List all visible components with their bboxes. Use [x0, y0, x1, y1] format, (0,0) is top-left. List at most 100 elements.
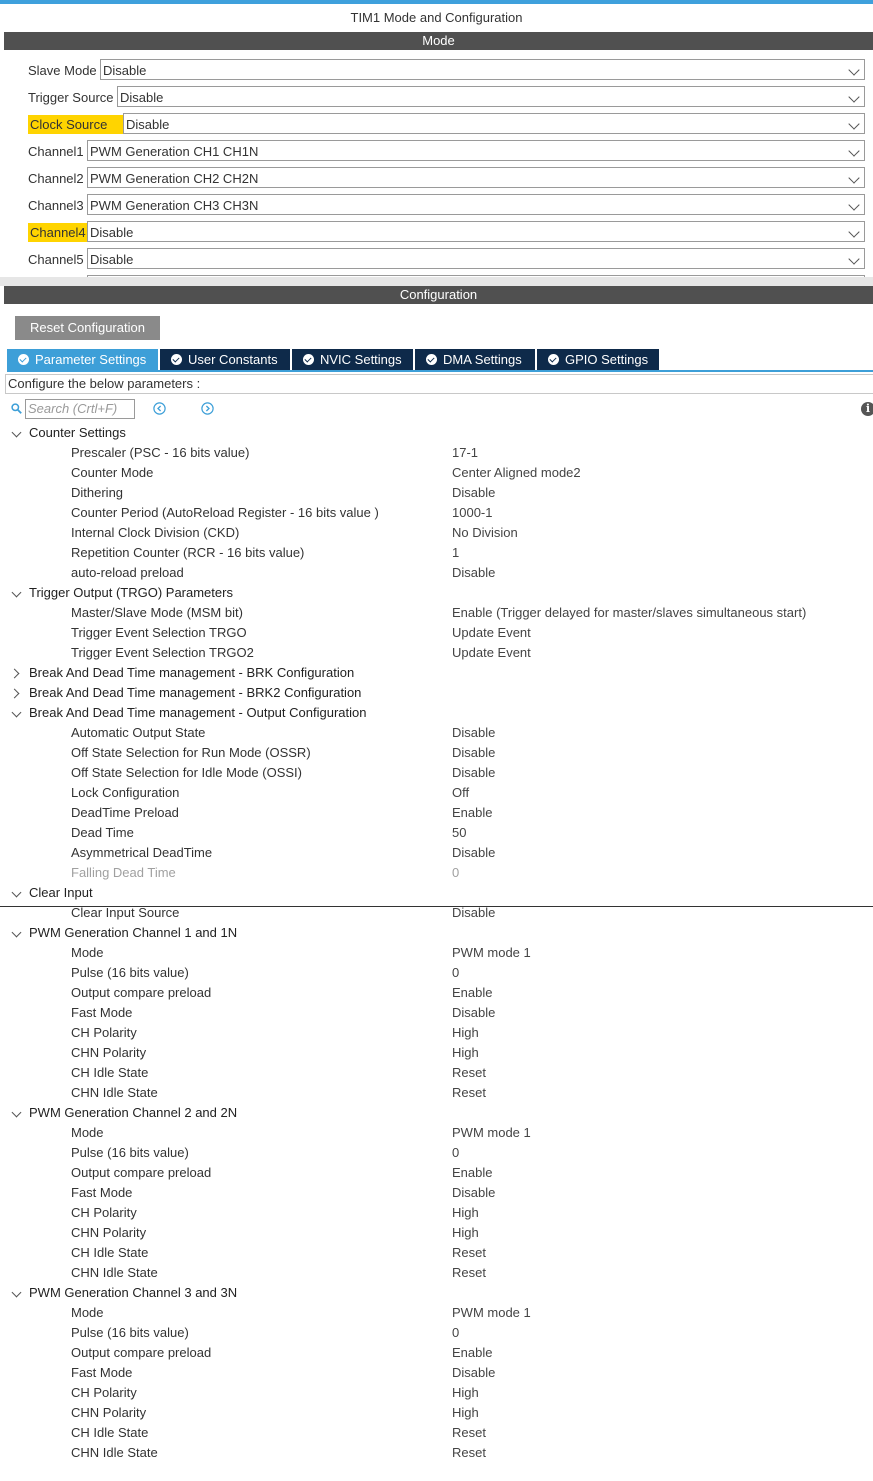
param-value[interactable]: Reset [452, 1443, 486, 1463]
tree-param-row[interactable]: CHN Polarity High [0, 1223, 873, 1243]
param-value[interactable]: 1000-1 [452, 503, 492, 523]
tab-gpio-settings[interactable]: GPIO Settings [537, 349, 659, 370]
param-value[interactable]: High [452, 1223, 479, 1243]
next-icon[interactable] [201, 402, 214, 415]
tree-group-row[interactable]: Clear Input [0, 883, 873, 903]
param-value[interactable]: Disable [452, 843, 495, 863]
reset-configuration-button[interactable]: Reset Configuration [15, 316, 160, 340]
tree-param-row[interactable]: Off State Selection for Idle Mode (OSSI)… [0, 763, 873, 783]
param-value[interactable]: Update Event [452, 623, 531, 643]
tree-param-row[interactable]: Mode PWM mode 1 [0, 1123, 873, 1143]
param-value[interactable]: Off [452, 783, 469, 803]
tree-param-row[interactable]: Master/Slave Mode (MSM bit) Enable (Trigg… [0, 603, 873, 623]
tree-param-row[interactable]: Pulse (16 bits value) 0 [0, 963, 873, 983]
param-value[interactable]: Enable [452, 1163, 492, 1183]
param-value[interactable]: Disable [452, 1363, 495, 1383]
param-value[interactable]: High [452, 1403, 479, 1423]
tree-param-row[interactable]: Pulse (16 bits value) 0 [0, 1143, 873, 1163]
channel2-select[interactable]: PWM Generation CH2 CH2N [87, 167, 865, 188]
tree-param-row[interactable]: CH Idle State Reset [0, 1063, 873, 1083]
tree-param-row[interactable]: CHN Idle State Reset [0, 1443, 873, 1463]
tree-param-row[interactable]: CHN Idle State Reset [0, 1083, 873, 1103]
tree-param-row[interactable]: Mode PWM mode 1 [0, 1303, 873, 1323]
panel-splitter[interactable] [0, 277, 873, 286]
prev-icon[interactable] [153, 402, 166, 415]
tree-group-row[interactable]: PWM Generation Channel 2 and 2N [0, 1103, 873, 1123]
tree-param-row[interactable]: Pulse (16 bits value) 0 [0, 1323, 873, 1343]
param-value[interactable]: 0 [452, 1143, 459, 1163]
param-value[interactable]: Disable [452, 1003, 495, 1023]
tree-group-row[interactable]: PWM Generation Channel 3 and 3N [0, 1283, 873, 1303]
tree-param-row[interactable]: CH Polarity High [0, 1023, 873, 1043]
param-value[interactable]: 17-1 [452, 443, 478, 463]
channel4-select[interactable]: Disable [87, 221, 865, 242]
param-value[interactable]: High [452, 1383, 479, 1403]
tree-param-row[interactable]: DeadTime Preload Enable [0, 803, 873, 823]
collapse-icon[interactable] [11, 927, 22, 938]
param-value[interactable]: Reset [452, 1243, 486, 1263]
tree-group-row[interactable]: Break And Dead Time management - BRK2 Co… [0, 683, 873, 703]
param-value[interactable]: High [452, 1043, 479, 1063]
channel5-select[interactable]: Disable [87, 248, 865, 269]
tree-param-row[interactable]: Output compare preload Enable [0, 983, 873, 1003]
tree-group-row[interactable]: Trigger Output (TRGO) Parameters [0, 583, 873, 603]
tree-param-row[interactable]: Automatic Output State Disable [0, 723, 873, 743]
param-value[interactable]: Disable [452, 723, 495, 743]
tree-param-row[interactable]: CH Polarity High [0, 1203, 873, 1223]
param-value[interactable]: Reset [452, 1083, 486, 1103]
param-value[interactable]: PWM mode 1 [452, 943, 531, 963]
tree-param-row[interactable]: Counter Period (AutoReload Register - 16… [0, 503, 873, 523]
collapse-icon[interactable] [11, 1287, 22, 1298]
param-value[interactable]: Enable [452, 1343, 492, 1363]
param-value[interactable]: Disable [452, 483, 495, 503]
collapse-icon[interactable] [11, 587, 22, 598]
collapse-icon[interactable] [11, 427, 22, 438]
tree-param-row[interactable]: Prescaler (PSC - 16 bits value) 17-1 [0, 443, 873, 463]
param-value[interactable]: Enable [452, 803, 492, 823]
tree-group-row[interactable]: Counter Settings [0, 423, 873, 443]
param-value[interactable]: Disable [452, 763, 495, 783]
tree-param-row[interactable]: CHN Idle State Reset [0, 1263, 873, 1283]
param-value[interactable]: Enable (Trigger delayed for master/slave… [452, 603, 806, 623]
collapse-icon[interactable] [11, 887, 22, 898]
channel1-select[interactable]: PWM Generation CH1 CH1N [87, 140, 865, 161]
tree-group-row[interactable]: Break And Dead Time management - Output … [0, 703, 873, 723]
tree-param-row[interactable]: Falling Dead Time 0 [0, 863, 873, 883]
tree-param-row[interactable]: Lock Configuration Off [0, 783, 873, 803]
tree-param-row[interactable]: Dead Time 50 [0, 823, 873, 843]
param-value[interactable]: Reset [452, 1063, 486, 1083]
tree-param-row[interactable]: Dithering Disable [0, 483, 873, 503]
param-value[interactable]: Reset [452, 1423, 486, 1443]
tree-param-row[interactable]: CH Idle State Reset [0, 1243, 873, 1263]
param-value[interactable]: 0 [452, 963, 459, 983]
param-value[interactable]: Disable [452, 743, 495, 763]
info-icon[interactable]: i [861, 402, 873, 416]
tree-param-row[interactable]: CH Idle State Reset [0, 1423, 873, 1443]
channel3-select[interactable]: PWM Generation CH3 CH3N [87, 194, 865, 215]
tree-param-row[interactable]: auto-reload preload Disable [0, 563, 873, 583]
param-value[interactable]: 1 [452, 543, 459, 563]
tab-dma-settings[interactable]: DMA Settings [415, 349, 535, 370]
tree-param-row[interactable]: Off State Selection for Run Mode (OSSR) D… [0, 743, 873, 763]
search-input[interactable]: Search (Crtl+F) [25, 399, 135, 419]
configuration-section-header[interactable]: Configuration [4, 286, 873, 304]
collapse-icon[interactable] [11, 1107, 22, 1118]
tree-param-row[interactable]: Fast Mode Disable [0, 1363, 873, 1383]
param-value[interactable]: High [452, 1203, 479, 1223]
tab-nvic-settings[interactable]: NVIC Settings [292, 349, 413, 370]
tab-user-constants[interactable]: User Constants [160, 349, 290, 370]
param-value[interactable]: PWM mode 1 [452, 1123, 531, 1143]
param-value[interactable]: Reset [452, 1263, 486, 1283]
tree-param-row[interactable]: Internal Clock Division (CKD) No Division [0, 523, 873, 543]
tree-group-row[interactable]: PWM Generation Channel 1 and 1N [0, 923, 873, 943]
trigger-source-select[interactable]: Disable [117, 86, 865, 107]
tab-parameter-settings[interactable]: Parameter Settings [7, 349, 158, 370]
tree-param-row[interactable]: CHN Polarity High [0, 1043, 873, 1063]
slave-mode-select[interactable]: Disable [100, 59, 865, 80]
tree-param-row[interactable]: CHN Polarity High [0, 1403, 873, 1423]
tree-param-row[interactable]: Fast Mode Disable [0, 1003, 873, 1023]
tree-group-row[interactable]: Break And Dead Time management - BRK Con… [0, 663, 873, 683]
param-value[interactable]: Enable [452, 983, 492, 1003]
tree-param-row[interactable]: Mode PWM mode 1 [0, 943, 873, 963]
tree-param-row[interactable]: Asymmetrical DeadTime Disable [0, 843, 873, 863]
